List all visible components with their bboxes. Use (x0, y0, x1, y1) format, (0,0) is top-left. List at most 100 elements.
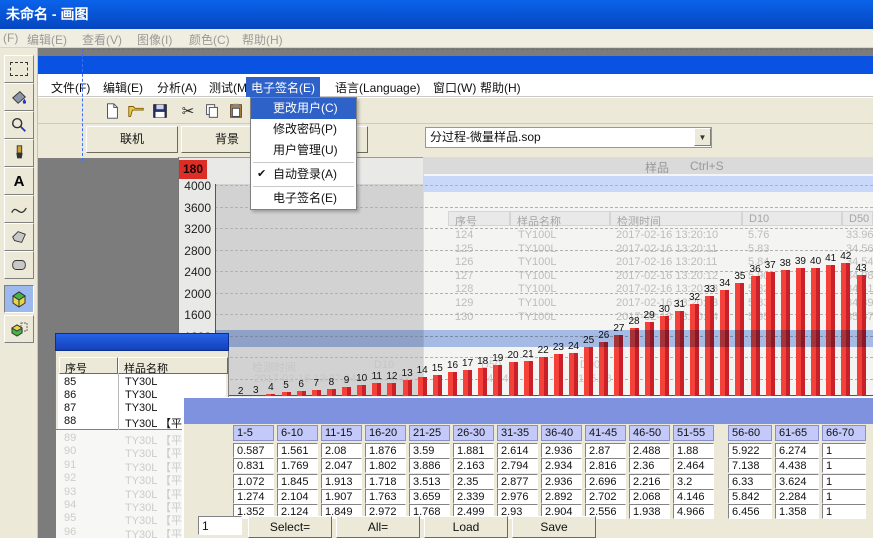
result-cell[interactable]: 2.877 (497, 474, 538, 489)
result-cell[interactable]: 1.845 (277, 474, 318, 489)
menu-item-5[interactable]: ✔自动登录(A) (251, 164, 356, 185)
result-cell[interactable]: 3.624 (775, 474, 819, 489)
result-cell[interactable]: 1.881 (453, 443, 494, 458)
tool-rounded-rectangle[interactable] (4, 251, 34, 279)
result-cell[interactable]: 1.913 (321, 474, 362, 489)
toolbar-new-file-button[interactable] (102, 101, 122, 121)
tool-polygon[interactable] (4, 223, 34, 251)
result-cell[interactable]: 1.938 (629, 504, 670, 519)
result-cell[interactable]: 2.936 (541, 474, 582, 489)
result-cell[interactable]: 2.068 (629, 489, 670, 504)
menu-item-3[interactable]: 用户管理(U) (251, 140, 356, 161)
grid-button-load[interactable]: Load (424, 516, 508, 538)
result-cell[interactable]: 2.892 (541, 489, 582, 504)
result-cell[interactable]: 1.072 (233, 474, 274, 489)
result-cell[interactable]: 2.976 (497, 489, 538, 504)
app-menu-8[interactable]: 帮助(H) (475, 77, 526, 98)
tool-magnifier[interactable] (4, 111, 34, 139)
result-cell[interactable]: 2.339 (453, 489, 494, 504)
result-cell[interactable]: 1.274 (233, 489, 274, 504)
result-cell[interactable]: 2.35 (453, 474, 494, 489)
result-cell[interactable]: 2.816 (585, 458, 626, 473)
grid-button-all[interactable]: All= (336, 516, 420, 538)
result-cell[interactable]: 1.763 (365, 489, 406, 504)
paint-menu-item[interactable]: 查看(V) (82, 31, 122, 48)
result-cell[interactable]: 2.464 (673, 458, 714, 473)
result-cell[interactable]: 7.138 (728, 458, 772, 473)
result-cell[interactable]: 2.934 (541, 458, 582, 473)
result-cell[interactable]: 2.104 (277, 489, 318, 504)
grid-button-save[interactable]: Save (512, 516, 596, 538)
toolbar-copy-button[interactable] (202, 101, 222, 121)
result-cell[interactable]: 1.561 (277, 443, 318, 458)
paint-menu-item[interactable]: 编辑(E) (27, 31, 67, 48)
combobox-dropdown-arrow-icon[interactable]: ▼ (694, 128, 711, 146)
app-menu-1[interactable]: 文件(F) (46, 77, 95, 98)
app-menu-2[interactable]: 编辑(E) (98, 77, 148, 98)
result-cell[interactable]: 1.876 (365, 443, 406, 458)
result-cell[interactable]: 4.146 (673, 489, 714, 504)
tool-brush[interactable] (4, 139, 34, 167)
result-cell[interactable]: 3.659 (409, 489, 450, 504)
toolbar-cut-button[interactable]: ✂ (178, 101, 198, 121)
result-cell[interactable]: 3.513 (409, 474, 450, 489)
sample-window-titlebar[interactable] (55, 333, 229, 351)
result-cell[interactable]: 2.87 (585, 443, 626, 458)
result-cell[interactable]: 2.36 (629, 458, 670, 473)
result-cell[interactable]: 2.284 (775, 489, 819, 504)
tool-text[interactable]: A (4, 167, 34, 195)
result-cell[interactable]: 2.216 (629, 474, 670, 489)
result-cell[interactable]: 1.802 (365, 458, 406, 473)
tool-curve[interactable] (4, 195, 34, 223)
result-cell[interactable]: 1.358 (775, 504, 819, 519)
row-count-input[interactable]: 1 (198, 516, 242, 535)
results-window-titlebar[interactable] (184, 398, 873, 424)
result-cell[interactable]: 6.456 (728, 504, 772, 519)
result-cell[interactable]: 3.886 (409, 458, 450, 473)
sop-file-combobox[interactable]: 分过程-微量样品.sop (425, 127, 712, 148)
toolbar-paste-button[interactable] (226, 101, 246, 121)
result-cell[interactable]: 5.842 (728, 489, 772, 504)
result-cell[interactable]: 2.702 (585, 489, 626, 504)
mode-button-1[interactable]: 联机 (86, 126, 178, 153)
paint-menu-item[interactable]: 图像(I) (137, 31, 172, 48)
result-cell[interactable]: 1.769 (277, 458, 318, 473)
result-cell[interactable]: 0.587 (233, 443, 274, 458)
result-cell[interactable]: 1 (822, 489, 866, 504)
result-cell[interactable]: 1 (822, 458, 866, 473)
result-cell[interactable]: 4.966 (673, 504, 714, 519)
result-cell[interactable]: 3.2 (673, 474, 714, 489)
app-menu-5[interactable]: 电子签名(E) (246, 77, 320, 98)
app-menu-7[interactable]: 窗口(W) (428, 77, 481, 98)
selection-border-top[interactable] (82, 49, 873, 50)
paint-menu-item[interactable]: 帮助(H) (242, 31, 283, 48)
result-cell[interactable]: 1.88 (673, 443, 714, 458)
result-cell[interactable]: 1 (822, 443, 866, 458)
result-cell[interactable]: 1.718 (365, 474, 406, 489)
app-menu-3[interactable]: 分析(A) (152, 77, 202, 98)
result-cell[interactable]: 6.274 (775, 443, 819, 458)
result-cell[interactable]: 2.794 (497, 458, 538, 473)
result-cell[interactable]: 2.488 (629, 443, 670, 458)
paint-menu-item[interactable]: 颜色(C) (189, 31, 230, 48)
result-cell[interactable]: 5.922 (728, 443, 772, 458)
result-cell[interactable]: 2.696 (585, 474, 626, 489)
result-cell[interactable]: 1 (822, 474, 866, 489)
tool-fill-bucket[interactable] (4, 83, 34, 111)
menu-item-2[interactable]: 修改密码(P) (251, 119, 356, 140)
menu-item-7[interactable]: 电子签名(E) (251, 188, 356, 209)
tool-marquee-select[interactable] (4, 55, 34, 83)
result-cell[interactable]: 2.614 (497, 443, 538, 458)
toolbar-save-button[interactable] (150, 101, 170, 121)
result-cell[interactable]: 2.163 (453, 458, 494, 473)
menu-item-1[interactable]: 更改用户(C) (251, 98, 356, 119)
app-menu-6[interactable]: 语言(Language) (330, 77, 425, 98)
toolbar-open-folder-button[interactable] (126, 101, 146, 121)
result-cell[interactable]: 1 (822, 504, 866, 519)
result-cell[interactable]: 3.59 (409, 443, 450, 458)
selection-border-left[interactable] (82, 49, 83, 161)
result-cell[interactable]: 0.831 (233, 458, 274, 473)
tool-cube-3d[interactable] (4, 285, 34, 313)
paint-menu-item[interactable]: (F) (3, 31, 18, 45)
result-cell[interactable]: 1.907 (321, 489, 362, 504)
